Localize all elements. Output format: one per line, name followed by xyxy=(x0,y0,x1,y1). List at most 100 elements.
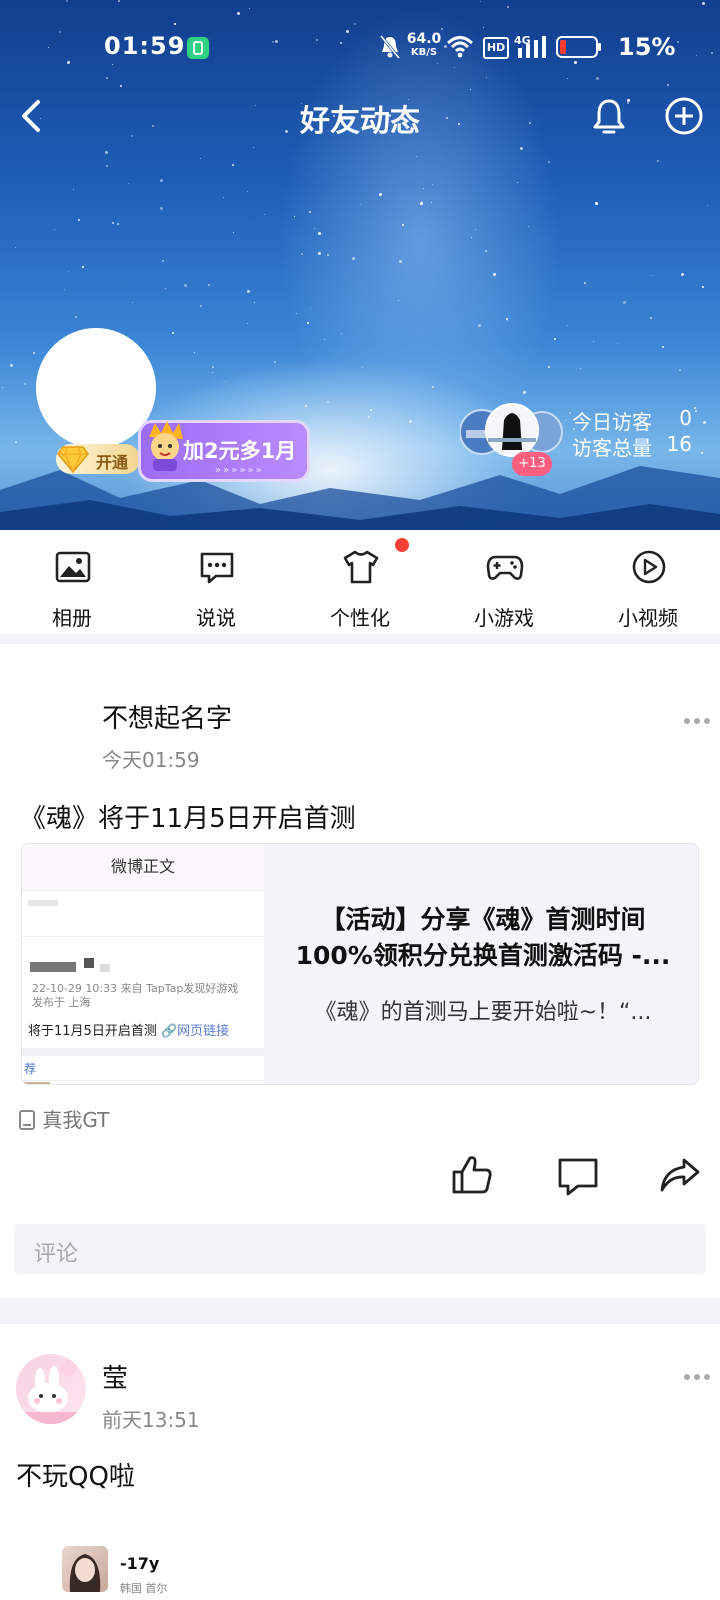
shared-link-card[interactable]: 微博正文 22-10-29 10:33 来自 TapTap发现好游戏 发布于 上… xyxy=(22,844,698,1084)
star xyxy=(223,197,224,198)
device-name: 真我GT xyxy=(42,1108,110,1132)
star xyxy=(64,289,65,290)
star xyxy=(402,224,404,226)
star xyxy=(431,202,432,203)
embedded-name: -17y xyxy=(120,1554,160,1573)
star xyxy=(617,343,618,344)
star xyxy=(106,165,108,167)
star xyxy=(194,352,195,353)
star xyxy=(314,228,315,229)
post-time: 今天01:59 xyxy=(102,748,200,772)
star xyxy=(254,302,255,303)
star xyxy=(184,284,187,287)
star xyxy=(309,211,311,213)
tab-shortvideo[interactable]: 小视频 xyxy=(576,530,720,634)
divider xyxy=(22,890,264,891)
add-circle-icon[interactable] xyxy=(664,96,704,136)
more-options-icon[interactable] xyxy=(682,716,712,726)
more-options-icon[interactable] xyxy=(682,1372,712,1382)
star xyxy=(310,308,311,309)
star xyxy=(24,383,26,385)
star xyxy=(112,222,114,224)
hd-indicator: HD xyxy=(483,37,509,59)
tab-personalize-label: 个性化 xyxy=(330,606,390,630)
bell-icon[interactable] xyxy=(590,97,628,135)
star xyxy=(416,156,417,157)
like-icon[interactable] xyxy=(450,1152,494,1196)
star xyxy=(554,338,556,340)
star xyxy=(253,147,254,148)
star xyxy=(651,275,652,276)
comment-icon[interactable] xyxy=(556,1154,600,1198)
share-icon[interactable] xyxy=(658,1154,702,1198)
star xyxy=(301,253,303,255)
promo-label: 加2元多1月 xyxy=(183,439,297,463)
star xyxy=(662,346,664,348)
embedded-avatar xyxy=(62,1546,108,1592)
today-visitors-count: 0 xyxy=(679,406,692,430)
visitor-count-badge: +13 xyxy=(512,452,552,476)
comment-input[interactable]: 评论 xyxy=(14,1224,706,1274)
star xyxy=(702,286,704,288)
star xyxy=(368,416,370,418)
star xyxy=(324,339,325,340)
post-author[interactable]: 莹 xyxy=(102,1358,128,1395)
thumbnail-text: 将于11月5日开启首测 🔗网页链接 xyxy=(28,1024,230,1039)
mute-bell-icon xyxy=(379,35,401,59)
today-visitors[interactable]: 今日访客 0 xyxy=(572,406,692,434)
blurred-name xyxy=(100,964,110,972)
total-visitors-count: 16 xyxy=(666,432,692,456)
blurred-name xyxy=(30,962,76,972)
promo-decoration: »»»»»» xyxy=(215,465,264,476)
star xyxy=(327,401,329,403)
star xyxy=(78,219,80,221)
cover-banner[interactable]: 01:59 64.0 KB/S HD 4G 15% 好友动态 开通 加2元多1月… xyxy=(0,0,720,530)
post-time: 前天13:51 xyxy=(102,1408,200,1432)
battery-icon xyxy=(556,36,601,58)
star xyxy=(33,352,35,354)
post-author[interactable]: 不想起名字 xyxy=(102,698,232,735)
star xyxy=(73,189,74,190)
star xyxy=(580,368,581,369)
divider xyxy=(22,1048,264,1056)
star xyxy=(165,288,166,289)
post-text: 不玩QQ啦 xyxy=(16,1462,135,1492)
signal-icon xyxy=(518,36,546,58)
star xyxy=(379,193,382,196)
tab-shortvideo-label: 小视频 xyxy=(618,606,678,630)
cartoon-character-icon xyxy=(149,421,183,471)
star xyxy=(274,361,276,363)
promo-banner[interactable]: 加2元多1月 »»»»»» xyxy=(138,420,310,482)
star xyxy=(548,366,550,368)
bunny-avatar-icon xyxy=(16,1360,86,1424)
star xyxy=(162,260,164,262)
star xyxy=(420,202,423,205)
tab-minigame[interactable]: 小游戏 xyxy=(432,530,576,634)
tab-personalize[interactable]: 个性化 xyxy=(288,530,432,634)
link-thumbnail: 微博正文 22-10-29 10:33 来自 TapTap发现好游戏 发布于 上… xyxy=(22,844,264,1084)
star xyxy=(707,205,708,206)
author-avatar[interactable] xyxy=(16,1354,86,1424)
star xyxy=(232,164,234,166)
star xyxy=(82,266,84,268)
star xyxy=(681,273,684,276)
star xyxy=(307,322,309,324)
link-icon: 🔗 xyxy=(160,1024,178,1039)
star xyxy=(370,409,372,411)
thumbnail-meta-2: 发布于 上海 xyxy=(32,996,91,1009)
total-visitors[interactable]: 访客总量 16 xyxy=(572,432,692,460)
star xyxy=(264,214,265,215)
star xyxy=(432,386,434,388)
blurred-name xyxy=(84,958,94,968)
today-visitors-label: 今日访客 xyxy=(572,410,652,434)
tab-album[interactable]: 相册 xyxy=(0,530,144,634)
star xyxy=(305,405,307,407)
tab-shuoshuo[interactable]: 说说 xyxy=(144,530,288,634)
vip-open-chip[interactable]: 开通 xyxy=(56,444,140,474)
star xyxy=(398,300,399,301)
star xyxy=(247,191,248,192)
star xyxy=(623,301,626,304)
gamepad-icon xyxy=(486,555,524,580)
portrait-icon xyxy=(69,1554,101,1592)
star xyxy=(54,229,55,230)
